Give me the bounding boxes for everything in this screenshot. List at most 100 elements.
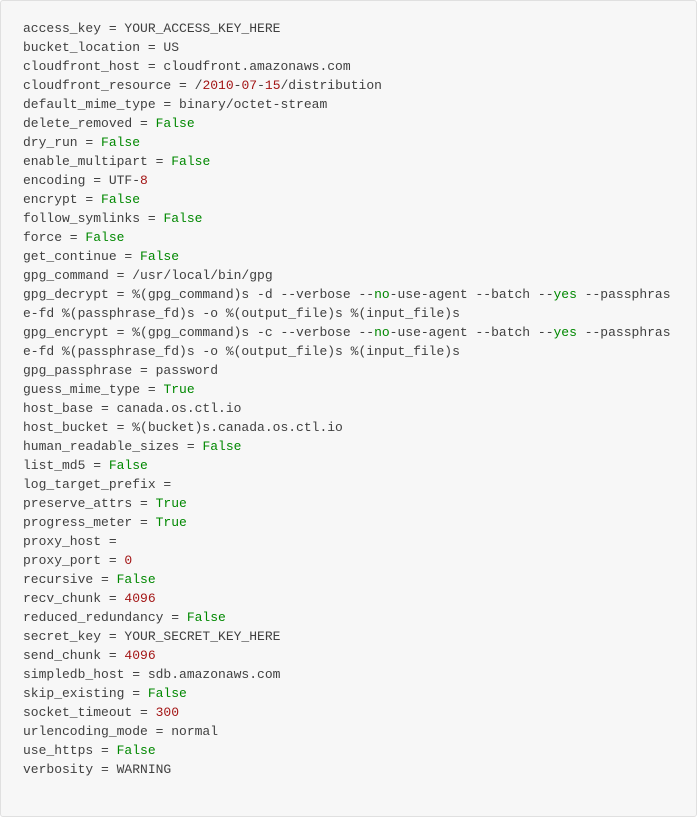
code-line: guess_mime_type = True bbox=[23, 382, 195, 397]
code-line: send_chunk = 4096 bbox=[23, 648, 156, 663]
code-line: follow_symlinks = False bbox=[23, 211, 202, 226]
text-token: encoding = UTF- bbox=[23, 173, 140, 188]
text-token: get_continue = bbox=[23, 249, 140, 264]
code-line: preserve_attrs = True bbox=[23, 496, 187, 511]
keyword-token: True bbox=[163, 382, 194, 397]
code-line: socket_timeout = 300 bbox=[23, 705, 179, 720]
text-token: dry_run = bbox=[23, 135, 101, 150]
code-line: log_target_prefix = bbox=[23, 477, 171, 492]
code-line: encoding = UTF-8 bbox=[23, 173, 148, 188]
text-token: progress_meter = bbox=[23, 515, 156, 530]
text-token: gpg_passphrase = password bbox=[23, 363, 218, 378]
text-token: preserve_attrs = bbox=[23, 496, 156, 511]
code-line: get_continue = False bbox=[23, 249, 179, 264]
text-token: encrypt = bbox=[23, 192, 101, 207]
number-token: 2010 bbox=[202, 78, 233, 93]
code-line: dry_run = False bbox=[23, 135, 140, 150]
keyword-token: yes bbox=[554, 287, 577, 302]
text-token: urlencoding_mode = normal bbox=[23, 724, 218, 739]
number-token: 07 bbox=[241, 78, 257, 93]
text-token: recv_chunk = bbox=[23, 591, 124, 606]
text-token: access_key = YOUR_ACCESS_KEY_HERE bbox=[23, 21, 280, 36]
code-line: gpg_passphrase = password bbox=[23, 363, 218, 378]
code-line: recv_chunk = 4096 bbox=[23, 591, 156, 606]
text-token: gpg_encrypt = %(gpg_command)s -c --verbo… bbox=[23, 325, 374, 340]
keyword-token: False bbox=[148, 686, 187, 701]
keyword-token: False bbox=[187, 610, 226, 625]
text-token: guess_mime_type = bbox=[23, 382, 163, 397]
code-line: recursive = False bbox=[23, 572, 156, 587]
keyword-token: False bbox=[101, 135, 140, 150]
code-line: encrypt = False bbox=[23, 192, 140, 207]
code-line: delete_removed = False bbox=[23, 116, 195, 131]
number-token: 4096 bbox=[124, 591, 155, 606]
text-token: recursive = bbox=[23, 572, 117, 587]
text-token: send_chunk = bbox=[23, 648, 124, 663]
text-token: gpg_command = /usr/local/bin/gpg bbox=[23, 268, 273, 283]
text-token: log_target_prefix = bbox=[23, 477, 171, 492]
keyword-token: no bbox=[374, 325, 390, 340]
number-token: 0 bbox=[124, 553, 132, 568]
number-token: 300 bbox=[156, 705, 179, 720]
text-token: host_bucket = %(bucket)s.canada.os.ctl.i… bbox=[23, 420, 343, 435]
code-line: proxy_port = 0 bbox=[23, 553, 132, 568]
code-line: gpg_command = /usr/local/bin/gpg bbox=[23, 268, 273, 283]
text-token: simpledb_host = sdb.amazonaws.com bbox=[23, 667, 280, 682]
text-token: -use-agent --batch -- bbox=[390, 325, 554, 340]
text-token: - bbox=[257, 78, 265, 93]
text-token: skip_existing = bbox=[23, 686, 148, 701]
text-token: use_https = bbox=[23, 743, 117, 758]
number-token: 8 bbox=[140, 173, 148, 188]
code-line: use_https = False bbox=[23, 743, 156, 758]
text-token: proxy_port = bbox=[23, 553, 124, 568]
text-token: cloudfront_host = cloudfront.amazonaws.c… bbox=[23, 59, 351, 74]
code-line: proxy_host = bbox=[23, 534, 117, 549]
code-line: enable_multipart = False bbox=[23, 154, 210, 169]
keyword-token: False bbox=[117, 743, 156, 758]
text-token: socket_timeout = bbox=[23, 705, 156, 720]
code-line: urlencoding_mode = normal bbox=[23, 724, 218, 739]
text-token: /distribution bbox=[281, 78, 382, 93]
code-line: progress_meter = True bbox=[23, 515, 187, 530]
code-line: reduced_redundancy = False bbox=[23, 610, 226, 625]
code-line: default_mime_type = binary/octet-stream bbox=[23, 97, 327, 112]
config-code-block: access_key = YOUR_ACCESS_KEY_HERE bucket… bbox=[0, 0, 697, 817]
code-line: host_bucket = %(bucket)s.canada.os.ctl.i… bbox=[23, 420, 343, 435]
code-line: access_key = YOUR_ACCESS_KEY_HERE bbox=[23, 21, 280, 36]
text-token: verbosity = WARNING bbox=[23, 762, 171, 777]
code-line: verbosity = WARNING bbox=[23, 762, 171, 777]
keyword-token: False bbox=[156, 116, 195, 131]
text-token: -use-agent --batch -- bbox=[390, 287, 554, 302]
code-line: force = False bbox=[23, 230, 124, 245]
text-token: follow_symlinks = bbox=[23, 211, 163, 226]
code-line: host_base = canada.os.ctl.io bbox=[23, 401, 241, 416]
text-token: force = bbox=[23, 230, 85, 245]
keyword-token: False bbox=[163, 211, 202, 226]
code-line: list_md5 = False bbox=[23, 458, 148, 473]
keyword-token: False bbox=[109, 458, 148, 473]
keyword-token: False bbox=[171, 154, 210, 169]
code-line: secret_key = YOUR_SECRET_KEY_HERE bbox=[23, 629, 280, 644]
text-token: default_mime_type = binary/octet-stream bbox=[23, 97, 327, 112]
code-line: gpg_encrypt = %(gpg_command)s -c --verbo… bbox=[23, 325, 671, 359]
text-token: proxy_host = bbox=[23, 534, 117, 549]
keyword-token: False bbox=[117, 572, 156, 587]
text-token: gpg_decrypt = %(gpg_command)s -d --verbo… bbox=[23, 287, 374, 302]
keyword-token: no bbox=[374, 287, 390, 302]
text-token: enable_multipart = bbox=[23, 154, 171, 169]
number-token: 15 bbox=[265, 78, 281, 93]
code-line: gpg_decrypt = %(gpg_command)s -d --verbo… bbox=[23, 287, 671, 321]
code-line: bucket_location = US bbox=[23, 40, 179, 55]
code-line: human_readable_sizes = False bbox=[23, 439, 241, 454]
code-line: cloudfront_host = cloudfront.amazonaws.c… bbox=[23, 59, 351, 74]
keyword-token: False bbox=[85, 230, 124, 245]
keyword-token: yes bbox=[554, 325, 577, 340]
text-token: cloudfront_resource = / bbox=[23, 78, 202, 93]
text-token: delete_removed = bbox=[23, 116, 156, 131]
keyword-token: True bbox=[156, 496, 187, 511]
code-line: cloudfront_resource = /2010-07-15/distri… bbox=[23, 78, 382, 93]
text-token: host_base = canada.os.ctl.io bbox=[23, 401, 241, 416]
text-token: reduced_redundancy = bbox=[23, 610, 187, 625]
text-token: list_md5 = bbox=[23, 458, 109, 473]
text-token: bucket_location = US bbox=[23, 40, 179, 55]
